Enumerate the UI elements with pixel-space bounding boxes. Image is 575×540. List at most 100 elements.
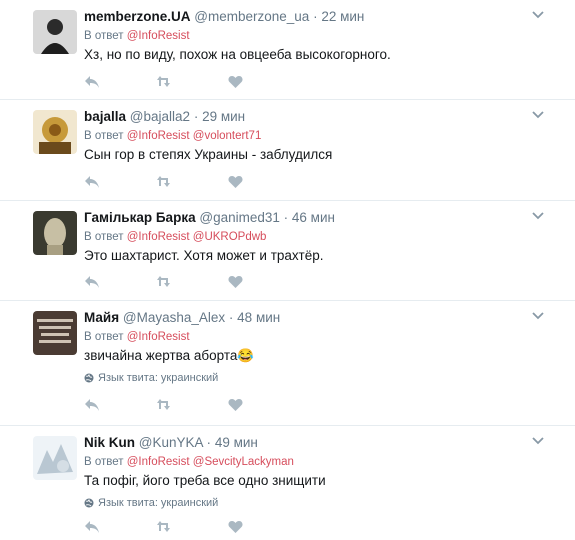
tweet-language: Язык твита: украинский [84,371,565,385]
like-button[interactable] [228,274,300,290]
username[interactable]: @memberzone_ua [194,9,309,24]
username[interactable]: @bajalla2 [130,109,190,124]
action-bar [84,74,300,90]
tweet-text: Сын гор в степях Украины - заблудился [84,147,333,162]
tweet-header: Гамількар Барка @ganimed31 · 46 мин [84,209,565,227]
mention-link[interactable]: @SevcityLackyman [193,456,294,468]
reply-prefix: В ответ [84,231,124,243]
retweet-button[interactable] [156,397,228,413]
action-bar [84,174,300,190]
mention-link[interactable]: @InfoResist [127,130,190,142]
tweet-5[interactable]: Nik Kun @KunYKA · 49 мин В ответ @InfoRe… [0,426,575,540]
reply-context: В ответ @InfoResist @UKROPdwb [84,230,565,245]
avatar[interactable] [33,311,77,355]
like-button[interactable] [228,397,300,413]
fullname[interactable]: Nik Kun [84,435,135,450]
avatar[interactable] [33,436,77,480]
language-label[interactable]: Язык твита: украинский [98,496,218,510]
timestamp[interactable]: 46 мин [292,210,335,225]
mention-link[interactable]: @volontert71 [193,130,262,142]
tweet-text: Хз, но по виду, похож на овцееба высоког… [84,47,391,62]
separator-dot: · [283,210,289,225]
reply-context: В ответ @InfoResist [84,29,565,44]
fullname[interactable]: memberzone.UA [84,9,191,24]
tweet-4[interactable]: Майя @Mayasha_Alex · 48 мин В ответ @Inf… [0,301,575,426]
reply-prefix: В ответ [84,130,124,142]
retweet-button[interactable] [156,174,228,190]
tweet-text-content: звичайна жертва аборта [84,348,238,363]
avatar[interactable] [33,211,77,255]
reply-button[interactable] [84,274,156,290]
like-button[interactable] [228,519,300,535]
retweet-button[interactable] [156,74,228,90]
heart-icon [228,399,243,411]
retweet-icon [157,76,170,87]
chevron-down-icon[interactable] [531,211,545,221]
tweet-text: звичайна жертва аборта😂 [84,347,565,365]
like-button[interactable] [228,174,300,190]
reply-prefix: В ответ [84,331,124,343]
heart-icon [228,176,243,188]
retweet-icon [157,399,170,410]
retweet-button[interactable] [156,274,228,290]
separator-dot: · [206,435,212,450]
heart-icon [228,276,243,288]
reply-context: В ответ @InfoResist @SevcityLackyman [84,455,565,470]
tweet-2[interactable]: bajalla @bajalla2 · 29 мин В ответ @Info… [0,100,575,201]
reply-context: В ответ @InfoResist [84,330,565,345]
reply-button[interactable] [84,74,156,90]
timestamp[interactable]: 29 мин [202,109,245,124]
separator-dot: · [193,109,199,124]
reply-button[interactable] [84,519,156,535]
fullname[interactable]: Майя [84,310,119,325]
tweet-feed: memberzone.UA @memberzone_ua · 22 мин В … [0,0,575,540]
tweet-header: memberzone.UA @memberzone_ua · 22 мин [84,8,565,26]
reply-button[interactable] [84,397,156,413]
timestamp[interactable]: 48 мин [237,310,280,325]
mention-link[interactable]: @InfoResist [127,30,190,42]
like-button[interactable] [228,74,300,90]
username[interactable]: @Mayasha_Alex [123,310,225,325]
reply-button[interactable] [84,174,156,190]
mention-link[interactable]: @UKROPdwb [193,231,267,243]
action-bar [84,397,300,413]
reply-icon [85,399,99,411]
mention-link[interactable]: @InfoResist [127,456,190,468]
fullname[interactable]: bajalla [84,109,126,124]
tweet-header: bajalla @bajalla2 · 29 мин [84,108,565,126]
chevron-down-icon[interactable] [531,311,545,321]
username[interactable]: @ganimed31 [199,210,280,225]
retweet-icon [157,521,170,532]
avatar[interactable] [33,110,77,154]
retweet-icon [157,176,170,187]
reply-icon [85,176,99,188]
laughing-emoji: 😂 [237,348,255,363]
tweet-text: Та пофіг, його треба все одно знищити [84,473,326,488]
username[interactable]: @KunYKA [139,435,203,450]
tweet-header: Nik Kun @KunYKA · 49 мин [84,434,565,452]
reply-prefix: В ответ [84,456,124,468]
reply-prefix: В ответ [84,30,124,42]
reply-icon [85,76,99,88]
mention-link[interactable]: @InfoResist [127,231,190,243]
tweet-1[interactable]: memberzone.UA @memberzone_ua · 22 мин В … [0,0,575,100]
globe-icon [84,498,94,508]
tweet-3[interactable]: Гамількар Барка @ganimed31 · 46 мин В от… [0,201,575,301]
chevron-down-icon[interactable] [531,436,545,446]
mention-link[interactable]: @InfoResist [127,331,190,343]
retweet-button[interactable] [156,519,228,535]
heart-icon [228,76,243,88]
chevron-down-icon[interactable] [531,10,545,20]
tweet-header: Майя @Mayasha_Alex · 48 мин [84,309,565,327]
timestamp[interactable]: 22 мин [321,9,364,24]
avatar[interactable] [33,10,77,54]
reply-icon [85,276,99,288]
language-label[interactable]: Язык твита: украинский [98,371,218,385]
timestamp[interactable]: 49 мин [215,435,258,450]
retweet-icon [157,276,170,287]
chevron-down-icon[interactable] [531,110,545,120]
fullname[interactable]: Гамількар Барка [84,210,196,225]
action-bar [84,274,300,290]
tweet-text: Это шахтарист. Хотя может и трахтёр. [84,248,324,263]
action-bar [84,519,300,535]
